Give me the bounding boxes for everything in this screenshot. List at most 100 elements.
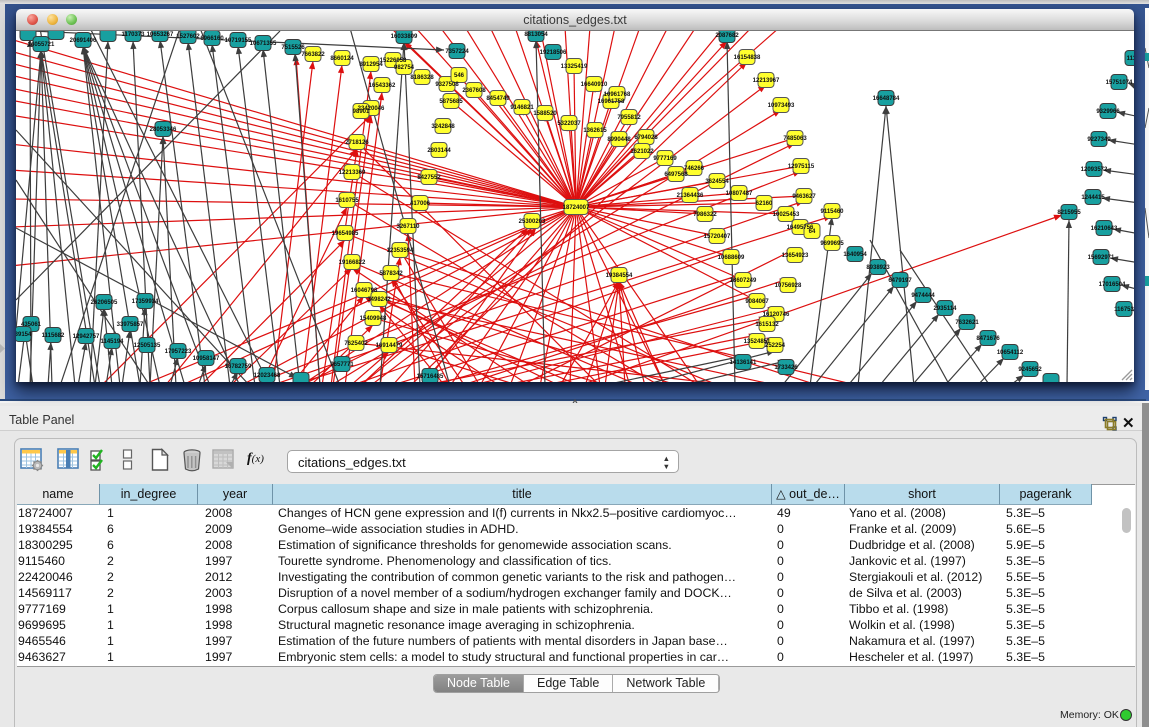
svg-text:8660124: 8660124 (330, 56, 354, 62)
svg-text:12093572: 12093572 (1081, 167, 1108, 173)
svg-text:252254: 252254 (765, 343, 786, 349)
svg-text:417006: 417006 (410, 201, 431, 207)
svg-text:12023468: 12023468 (254, 373, 281, 379)
svg-text:10653267: 10653267 (147, 32, 174, 38)
svg-text:2367608: 2367608 (462, 88, 486, 94)
svg-text:8427552: 8427552 (417, 175, 441, 181)
svg-text:546: 546 (454, 73, 465, 79)
svg-text:1115682: 1115682 (42, 333, 65, 339)
svg-text:17359934: 17359934 (132, 299, 159, 305)
svg-text:20691406: 20691406 (70, 38, 97, 44)
svg-text:3624554: 3624554 (705, 179, 729, 185)
svg-text:6794028: 6794028 (634, 135, 658, 141)
svg-text:2087682: 2087682 (715, 33, 739, 39)
svg-text:7625402: 7625402 (344, 341, 368, 347)
svg-text:18724007: 18724007 (563, 205, 590, 211)
svg-text:982754: 982754 (394, 65, 415, 71)
svg-text:116753: 116753 (1114, 307, 1134, 313)
svg-text:98901: 98901 (353, 109, 370, 115)
svg-text:19166822: 19166822 (339, 260, 366, 266)
svg-text:12505135: 12505135 (134, 343, 161, 349)
svg-text:6966160: 6966160 (200, 36, 224, 42)
svg-text:15692971: 15692971 (1088, 255, 1115, 261)
svg-text:12975115: 12975115 (788, 164, 815, 170)
svg-text:1117: 1117 (1127, 56, 1134, 62)
svg-text:1362615: 1362615 (583, 128, 607, 134)
svg-text:6497568: 6497568 (664, 172, 688, 178)
svg-text:33975857: 33975857 (117, 322, 144, 328)
svg-text:9777169: 9777169 (653, 156, 677, 162)
svg-text:9115460: 9115460 (820, 209, 844, 215)
svg-text:1527602: 1527602 (176, 34, 200, 40)
svg-text:15409948: 15409948 (360, 316, 387, 322)
svg-text:19384554: 19384554 (606, 273, 633, 279)
svg-text:7955812: 7955812 (617, 115, 641, 121)
svg-text:13325419: 13325419 (561, 64, 588, 70)
svg-text:5878342: 5878342 (379, 271, 403, 277)
svg-text:10973493: 10973493 (768, 103, 795, 109)
svg-text:9227349: 9227349 (1087, 137, 1111, 143)
svg-text:21364436: 21364436 (677, 193, 704, 199)
svg-text:16033809: 16033809 (391, 34, 418, 40)
svg-text:15720407: 15720407 (704, 234, 731, 240)
svg-text:10654112: 10654112 (997, 350, 1024, 356)
svg-text:10719155: 10719155 (225, 38, 252, 44)
svg-text:13654923: 13654923 (782, 253, 809, 259)
svg-text:1170373: 1170373 (121, 32, 145, 38)
svg-text:16648784: 16648784 (873, 96, 900, 102)
svg-text:18607249: 18607249 (730, 278, 757, 284)
svg-text:16640910: 16640910 (581, 82, 608, 88)
svg-text:15716485: 15716485 (417, 374, 444, 380)
svg-text:8471676: 8471676 (976, 336, 1000, 342)
svg-text:14055721: 14055721 (28, 42, 55, 48)
svg-text:8813054: 8813054 (524, 32, 548, 38)
svg-text:9329966: 9329966 (1096, 109, 1120, 115)
svg-text:17957223: 17957223 (165, 349, 192, 355)
svg-text:8990448: 8990448 (607, 137, 631, 143)
svg-text:2718126: 2718126 (345, 140, 369, 146)
svg-text:1733426: 1733426 (774, 365, 798, 371)
svg-text:7515526: 7515526 (281, 45, 305, 51)
svg-text:10807487: 10807487 (726, 191, 753, 197)
svg-text:39154: 39154 (16, 332, 32, 338)
svg-text:10025453: 10025453 (773, 212, 800, 218)
svg-text:16210643: 16210643 (1091, 226, 1118, 232)
svg-text:1621022: 1621022 (630, 149, 654, 155)
svg-text:16782759: 16782759 (225, 364, 252, 370)
svg-text:9146821: 9146821 (510, 105, 534, 111)
svg-text:10958147: 10958147 (193, 356, 220, 362)
svg-text:12213369: 12213369 (339, 170, 366, 176)
svg-text:1615132: 1615132 (755, 322, 779, 328)
svg-text:9084067: 9084067 (745, 299, 769, 305)
svg-text:64: 64 (809, 229, 816, 235)
svg-text:1244415: 1244415 (1081, 195, 1105, 201)
svg-text:16120746: 16120746 (763, 312, 790, 318)
svg-text:12353594: 12353594 (387, 248, 414, 254)
svg-text:12942757: 12942757 (73, 334, 100, 340)
svg-text:26206505: 26206505 (91, 300, 118, 306)
svg-text:5875685: 5875685 (439, 99, 463, 105)
svg-text:15226058: 15226058 (380, 58, 407, 64)
svg-text:8215955: 8215955 (1057, 210, 1081, 216)
svg-text:10756928: 10756928 (775, 283, 802, 289)
svg-text:9327508: 9327508 (435, 82, 459, 88)
svg-text:746266: 746266 (684, 166, 705, 172)
svg-text:1588520: 1588520 (533, 111, 557, 117)
svg-text:7986322: 7986322 (693, 212, 717, 218)
svg-text:15751074: 15751074 (1106, 80, 1133, 86)
svg-text:19218506: 19218506 (540, 50, 567, 56)
svg-text:10671355: 10671355 (250, 41, 277, 47)
svg-text:17016504: 17016504 (1099, 282, 1126, 288)
svg-text:7485063: 7485063 (783, 136, 807, 142)
svg-text:9657771: 9657771 (330, 362, 354, 368)
svg-text:16046798: 16046798 (351, 288, 378, 294)
svg-text:7357224: 7357224 (445, 49, 469, 55)
svg-text:1610755: 1610755 (335, 198, 359, 204)
svg-text:7663822: 7663822 (301, 52, 325, 58)
svg-text:3498242: 3498242 (367, 297, 391, 303)
svg-text:7632621: 7632621 (955, 320, 979, 326)
svg-text:16154838: 16154838 (734, 55, 761, 61)
svg-text:16543362: 16543362 (369, 83, 396, 89)
svg-text:3267110: 3267110 (396, 224, 420, 230)
svg-text:28053346: 28053346 (150, 127, 177, 133)
